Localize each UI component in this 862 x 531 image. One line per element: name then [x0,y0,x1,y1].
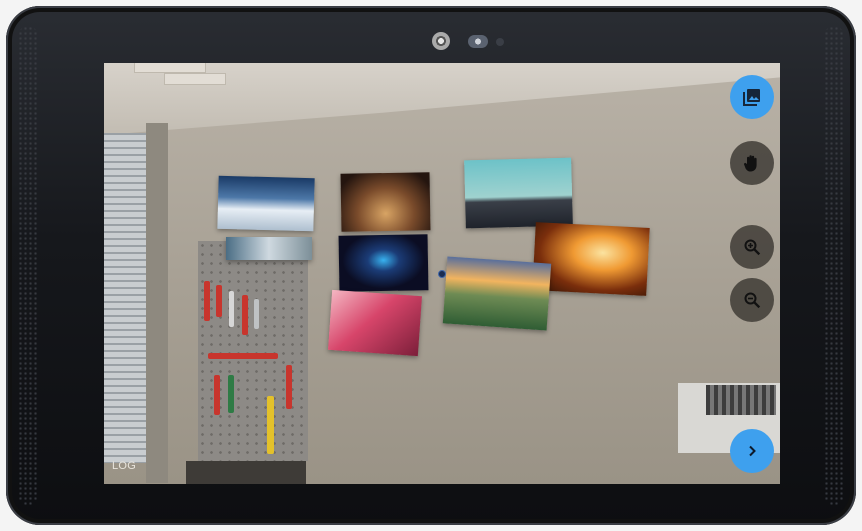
misty-landscape-photo[interactable] [226,237,312,260]
gallery-button[interactable] [730,75,774,119]
tool [214,375,220,415]
ceiling-panel [164,73,226,85]
desert-road-photo[interactable] [464,157,573,229]
log-button[interactable]: LOG [112,460,136,472]
tool [208,353,278,359]
tool [228,375,234,413]
concert-stage-blue-photo[interactable] [338,234,429,292]
printer-top [706,385,776,415]
tool [267,396,274,454]
zoom-out-icon [744,292,761,309]
snowy-mountain-photo[interactable] [217,175,315,232]
ar-anchor-point [438,270,446,278]
tool [216,285,222,317]
fire-blacksmith-photo[interactable] [532,222,650,296]
speaker-grille-left [18,26,38,505]
next-button[interactable] [730,429,774,473]
tool [204,281,210,321]
window-blinds [104,133,146,463]
ceiling-panel [134,63,206,73]
camera-icon [432,32,450,50]
zoom-in-icon [744,239,761,256]
chevron-right-icon [749,445,756,457]
light-sensor-icon [496,38,504,46]
speaker-grille-right [824,26,844,505]
tool-pegboard [198,241,308,461]
flash-icon [468,35,488,48]
tool [229,291,234,327]
orchestra-concert-photo[interactable] [340,172,431,232]
hand-icon [743,155,757,172]
pink-forest-photo[interactable] [328,289,422,357]
zoom-out-button[interactable] [730,278,774,322]
gallery-icon [743,89,760,106]
workbench [186,461,306,484]
tool [254,299,259,329]
ar-camera-view[interactable]: LOG [104,63,780,484]
tool [286,365,292,409]
hand-move-button[interactable] [730,141,774,185]
sunset-hills-photo[interactable] [442,256,552,331]
tool [242,295,248,335]
wall-pillar [146,123,168,483]
zoom-in-button[interactable] [730,225,774,269]
